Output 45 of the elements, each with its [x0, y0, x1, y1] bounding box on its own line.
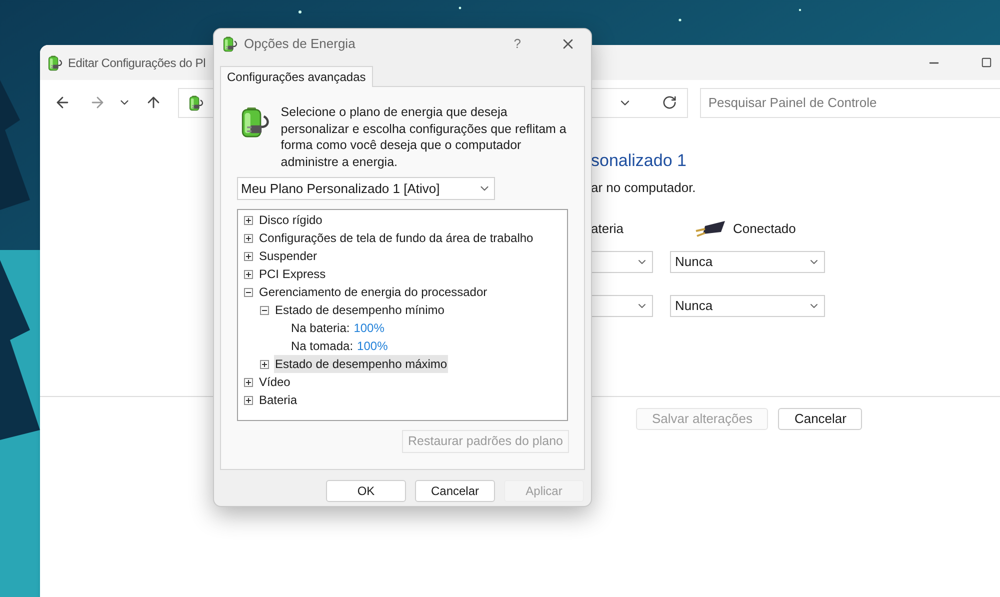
column-label: ateria — [591, 220, 625, 238]
description-text: Selecione o plano de energia que deseja personalizar e escolha configurações que reflitam a forma como você deseja que o computador administre a energia. — [280, 104, 568, 170]
power-plan-icon — [46, 54, 64, 72]
plug-icon — [695, 220, 727, 238]
expand-icon[interactable] — [244, 396, 253, 404]
tree-item[interactable]: Na bateria: 100% — [290, 319, 386, 337]
dialog-button[interactable]: Cancelar — [778, 408, 862, 430]
setting-value[interactable]: 100% — [354, 319, 384, 337]
expand-icon[interactable] — [260, 360, 269, 368]
setting-value[interactable]: 100% — [357, 337, 388, 355]
tree-item[interactable]: Suspender — [258, 247, 318, 265]
help-button[interactable]: ? — [514, 34, 521, 54]
collapse-icon[interactable] — [260, 306, 269, 314]
refresh-icon[interactable] — [662, 95, 678, 110]
expand-icon[interactable] — [244, 234, 253, 242]
page-heading: sonalizado 1 — [591, 150, 688, 172]
tree-item[interactable]: Na tomada: 100% — [290, 337, 389, 355]
dropdown[interactable]: Nunca — [670, 294, 825, 316]
expand-icon[interactable] — [244, 252, 253, 260]
dialog-button[interactable]: Cancelar — [415, 480, 495, 502]
page-subtitle: ar no computador. — [591, 179, 697, 197]
dropdown[interactable]: Nunca — [670, 250, 825, 272]
power-plan-icon — [186, 94, 205, 112]
tree-item[interactable]: Vídeo — [258, 373, 292, 391]
tree-item[interactable]: Estado de desempenho máximo — [274, 355, 448, 373]
tree-item[interactable]: Estado de desempenho mínimo — [274, 301, 446, 319]
collapse-icon[interactable] — [244, 288, 253, 296]
column-label: Conectado — [733, 220, 796, 238]
tree-item[interactable]: Gerenciamento de energia do processador — [258, 283, 488, 301]
maximize-icon[interactable] — [981, 57, 992, 68]
dialog-button[interactable]: OK — [326, 480, 406, 502]
power-plan-icon — [221, 35, 239, 53]
tab[interactable]: Configurações avançadas — [220, 66, 373, 87]
expand-icon[interactable] — [244, 270, 253, 278]
expand-icon[interactable] — [244, 378, 253, 386]
plan-dropdown[interactable]: Meu Plano Personalizado 1 [Ativo] — [237, 177, 495, 200]
expand-icon[interactable] — [244, 216, 253, 224]
search-field[interactable]: Pesquisar Painel de Controle — [700, 88, 1000, 118]
tree-item[interactable]: Bateria — [258, 391, 298, 409]
tree-item[interactable]: Disco rígido — [258, 211, 324, 229]
back-icon[interactable] — [54, 94, 71, 111]
tree-item[interactable]: PCI Express — [258, 265, 327, 283]
tree-item[interactable]: Configurações de tela de fundo da área de trabalho — [258, 229, 534, 247]
window-title: Editar Configurações do Pl — [68, 54, 206, 72]
dialog-title: Opções de Energia — [244, 35, 356, 54]
